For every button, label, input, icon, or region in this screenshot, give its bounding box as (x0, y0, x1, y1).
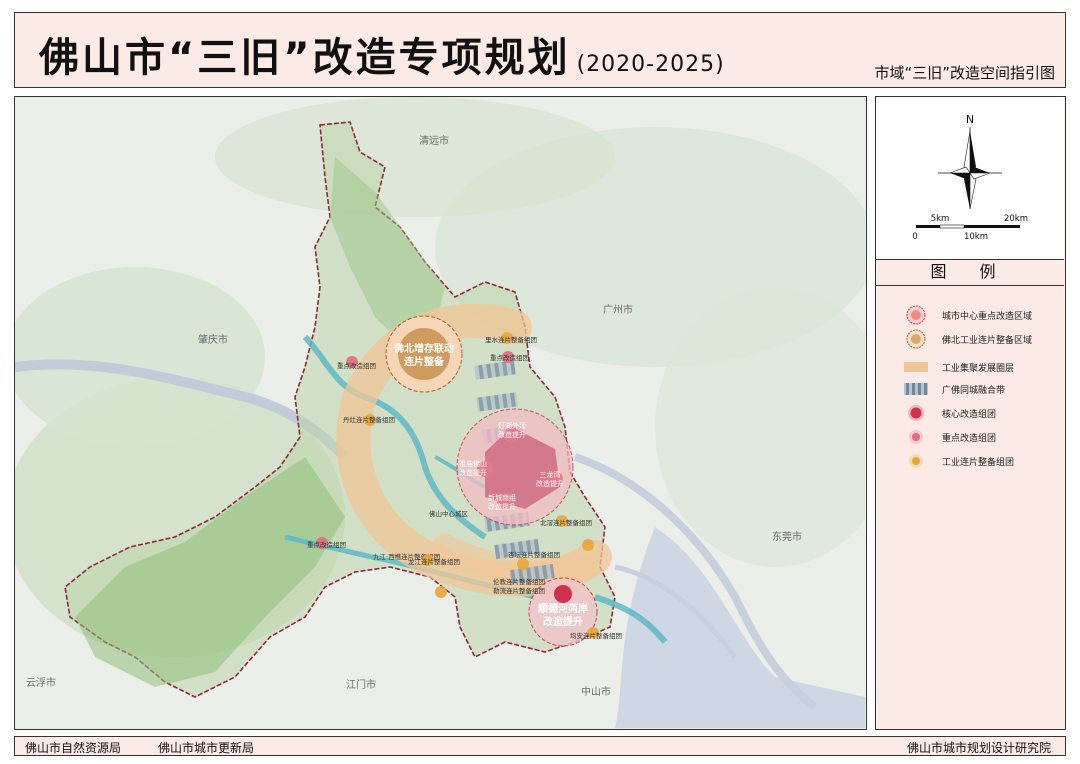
footer-org-1: 佛山市自然资源局 (25, 741, 122, 755)
title-years: (2020-2025) (576, 52, 725, 77)
cluster-label: 均安连片整备组团 (570, 631, 622, 640)
core-top-label-2: 改造提升 (498, 430, 526, 439)
footer-panel: 佛山市自然资源局 佛山市城市更新局 佛山市城市规划设计研究院 (14, 736, 1066, 756)
terrain-northwest (15, 267, 265, 447)
cluster-label: 里水连片整备组团 (485, 335, 537, 344)
legend-item: 工业集聚发展圈层 (904, 357, 1014, 377)
footer-org-3: 佛山市城市规划设计研究院 (906, 741, 1051, 755)
industrial-cluster-marker[interactable] (517, 558, 529, 570)
cluster-label: 杏坛连片整备组团 (508, 550, 560, 559)
legend-item: 佛北工业连片整备区域 (904, 329, 1032, 349)
core-left-label-2: 改造提升 (459, 468, 487, 477)
cluster-label: 佛山中心城区 (429, 509, 469, 518)
guangfo-belt-icon (904, 379, 928, 399)
scale-label-0: 0 (912, 232, 917, 242)
legend-panel: N 5km 20km 0 10km 图 例 城市中心重点改造区域 佛北工业连片整… (875, 96, 1066, 730)
compass-scale-graphic: N 5km 20km 0 10km (912, 113, 1028, 242)
core-bottom-label-2: 改造提升 (488, 502, 516, 511)
city-label-qingyuan: 清远市 (419, 134, 449, 147)
map-panel[interactable]: 佛北增存联动 连片整备 灯湖外延 改造提升 祖庙佛山 改造提升 三龙湾 改造提升… (14, 96, 867, 730)
city-center-zone-icon (904, 305, 928, 325)
scale-label-5km: 5km (931, 214, 950, 224)
city-label-zhaoqing: 肇庆市 (198, 333, 228, 346)
legend-label: 佛北工业连片整备区域 (942, 335, 1033, 346)
city-label-dongguan: 东莞市 (772, 530, 802, 543)
terrain-north (215, 97, 615, 217)
legend-label: 核心改造组团 (942, 409, 997, 420)
city-center-zone: 灯湖外延 改造提升 祖庙佛山 改造提升 三龙湾 改造提升 新城南组 改造提升 (456, 408, 574, 526)
cluster-label: 丹灶连片整备组团 (343, 415, 395, 424)
map-subtitle: 市域“三旧”改造空间指引图 (874, 64, 1055, 82)
cluster-label: 重点改造组团 (337, 361, 376, 370)
legend-label: 城市中心重点改造区域 (942, 311, 1033, 322)
north-label: N (966, 113, 974, 126)
legend-label: 广佛同城融合带 (942, 385, 1006, 396)
title-text: 佛山市“三旧”改造专项规划 (39, 35, 571, 81)
legend-item: 核心改造组团 (904, 403, 996, 423)
key-cluster-icon (904, 427, 928, 447)
north-arrow-icon (938, 127, 1002, 210)
industrial-zone-icon (904, 329, 928, 349)
core-right-label-2: 改造提升 (536, 479, 564, 488)
city-label-zhongshan: 中山市 (581, 685, 611, 698)
legend-label: 工业集聚发展圈层 (942, 363, 1015, 374)
compass-box: N 5km 20km 0 10km (876, 97, 1064, 260)
scale-label-20km: 20km (1004, 214, 1028, 224)
scale-label-10km: 10km (964, 232, 988, 242)
header-panel: 佛山市“三旧”改造专项规划 (2020-2025) 市域“三旧”改造空间指引图 (14, 12, 1066, 88)
cluster-label: 勒流连片整备组团 (493, 586, 545, 595)
scale-bar (916, 224, 1020, 229)
legend-label: 重点改造组团 (942, 433, 997, 444)
core-left-label-1: 祖庙佛山 (459, 459, 487, 468)
cluster-label: 重点改造组团 (307, 540, 346, 549)
south-zone-label-1: 顺德河两岸 (538, 602, 588, 615)
map-canvas: 佛北增存联动 连片整备 灯湖外延 改造提升 祖庙佛山 改造提升 三龙湾 改造提升… (15, 97, 865, 728)
legend-title: 图 例 (876, 259, 1064, 286)
north-zone-label-1: 佛北增存联动 (393, 342, 454, 355)
legend-item: 广佛同城融合带 (904, 379, 1005, 399)
industrial-cluster-marker[interactable] (582, 539, 594, 551)
city-label-guangzhou: 广州市 (603, 303, 633, 316)
south-zone-label-2: 改造提升 (543, 615, 583, 628)
legend-item: 城市中心重点改造区域 (904, 305, 1032, 325)
industrial-cluster-icon (904, 451, 928, 471)
north-zone-label-2: 连片整备 (404, 355, 445, 368)
cluster-label: 重点改造组团 (490, 353, 529, 362)
core-right-label-1: 三龙湾 (540, 470, 561, 479)
legend-label: 工业连片整备组团 (942, 457, 1015, 468)
footer-org-2: 佛山市城市更新局 (158, 741, 255, 755)
city-label-jiangmen: 江门市 (346, 678, 376, 691)
north-industrial-zone: 佛北增存联动 连片整备 (385, 315, 463, 393)
core-bottom-label-1: 新城南组 (488, 493, 516, 502)
cluster-label: 北滘连片整备组团 (540, 518, 592, 527)
cluster-label: 伦教连片整备组团 (493, 577, 545, 586)
industry-ring-icon (904, 357, 928, 377)
industrial-cluster-marker[interactable] (435, 586, 447, 598)
page-title: 佛山市“三旧”改造专项规划 (2020-2025) (39, 25, 725, 83)
city-label-yunfu: 云浮市 (26, 676, 56, 689)
core-top-label-1: 灯湖外延 (498, 421, 526, 430)
legend-item: 重点改造组团 (904, 427, 996, 447)
cluster-label: 龙江连片整备组团 (408, 557, 460, 566)
core-cluster-icon (904, 403, 928, 423)
legend-item: 工业连片整备组团 (904, 451, 1014, 471)
